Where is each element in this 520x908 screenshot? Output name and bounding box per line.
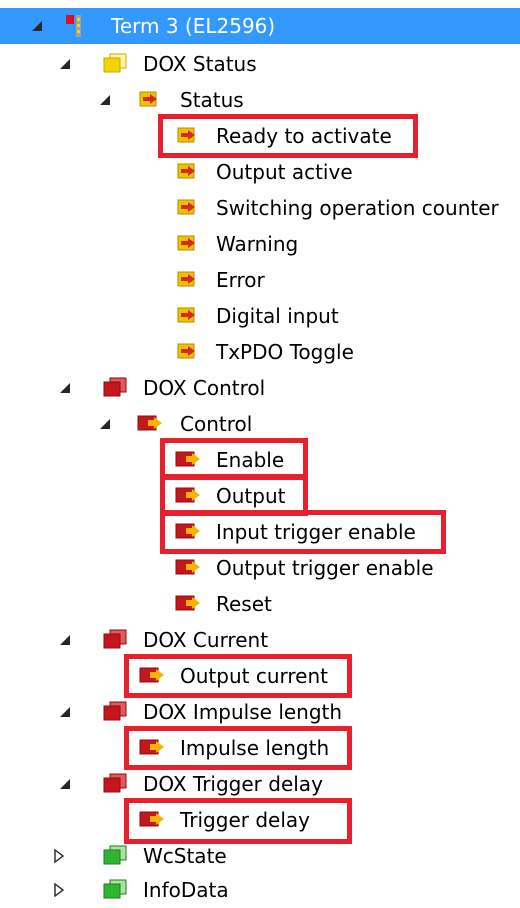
tree-item-status-4[interactable]: Error <box>0 262 520 298</box>
tree-item-status-1[interactable]: Output active <box>0 154 520 190</box>
tree-item-label: Output active <box>216 160 353 184</box>
input-variable-icon <box>138 89 162 114</box>
tree-item-status-2[interactable]: Switching operation counter <box>0 190 520 226</box>
tree-item-label: DOX Control <box>143 376 266 400</box>
tree-item-label: DOX Trigger delay <box>143 772 323 796</box>
tree-item-label: DOX Status <box>143 52 257 76</box>
output-variable-icon <box>174 557 202 582</box>
output-group-icon <box>102 772 128 799</box>
output-variable-icon <box>174 593 202 618</box>
highlight-box-output-current <box>124 654 352 698</box>
collapsed-triangle-icon[interactable] <box>52 880 66 900</box>
tree-item-label: Digital input <box>216 304 339 328</box>
highlight-box-impulse-length <box>124 726 352 770</box>
input-variable-icon <box>176 161 200 186</box>
input-group-icon <box>102 52 128 79</box>
tree-item-dox-impulse[interactable]: DOX Impulse length <box>0 694 520 730</box>
tree-item-label: Output trigger enable <box>216 556 434 580</box>
highlight-box-input-trigger <box>160 510 446 554</box>
expanded-triangle-icon[interactable] <box>58 630 72 650</box>
tree-item-label: InfoData <box>143 878 229 902</box>
expanded-triangle-icon[interactable] <box>98 90 112 110</box>
tree-item-label: Error <box>216 268 265 292</box>
output-group-icon <box>102 700 128 727</box>
tree-item-label: DOX Impulse length <box>143 700 343 724</box>
output-group-icon <box>102 376 128 403</box>
tree-item-status[interactable]: Status <box>0 82 520 118</box>
highlight-box-ready <box>158 114 418 158</box>
tree-item-dox-status[interactable]: DOX Status <box>0 46 520 82</box>
input-variable-icon <box>176 305 200 330</box>
tree-item-control-4[interactable]: Reset <box>0 586 520 622</box>
expanded-triangle-icon[interactable] <box>98 414 112 434</box>
tree-item-label: Warning <box>216 232 299 256</box>
expanded-triangle-icon[interactable] <box>30 16 44 36</box>
expanded-triangle-icon[interactable] <box>58 54 72 74</box>
tree-item-status-3[interactable]: Warning <box>0 226 520 262</box>
tree-item-label: Term 3 (EL2596) <box>111 14 276 38</box>
tree-item-label: TxPDO Toggle <box>216 340 354 364</box>
input-variable-icon <box>176 341 200 366</box>
expanded-triangle-icon[interactable] <box>58 378 72 398</box>
tree-item-dox-trigger[interactable]: DOX Trigger delay <box>0 766 520 802</box>
tree-item-dox-control[interactable]: DOX Control <box>0 370 520 406</box>
info-group-icon <box>102 878 128 905</box>
tree-item-label: Status <box>180 88 244 112</box>
output-variable-icon <box>136 413 164 438</box>
terminal-icon <box>66 12 90 45</box>
tree-item-label: DOX Current <box>143 628 269 652</box>
info-group-icon <box>102 844 128 871</box>
input-variable-icon <box>176 233 200 258</box>
expanded-triangle-icon[interactable] <box>58 702 72 722</box>
output-group-icon <box>102 628 128 655</box>
tree-item-control-3[interactable]: Output trigger enable <box>0 550 520 586</box>
collapsed-triangle-icon[interactable] <box>52 846 66 866</box>
tree-item-term[interactable]: Term 3 (EL2596) <box>0 8 520 44</box>
tree-item-dox-current[interactable]: DOX Current <box>0 622 520 658</box>
tree-item-label: WcState <box>143 844 227 868</box>
input-variable-icon <box>176 269 200 294</box>
tree-item-status-5[interactable]: Digital input <box>0 298 520 334</box>
tree-item-control[interactable]: Control <box>0 406 520 442</box>
tree-item-label: Switching operation counter <box>216 196 499 220</box>
highlight-box-trigger-delay <box>124 798 352 844</box>
tree-item-label: Reset <box>216 592 272 616</box>
input-variable-icon <box>176 197 200 222</box>
tree-item-status-6[interactable]: TxPDO Toggle <box>0 334 520 370</box>
expanded-triangle-icon[interactable] <box>58 774 72 794</box>
tree-item-label: Control <box>180 412 253 436</box>
